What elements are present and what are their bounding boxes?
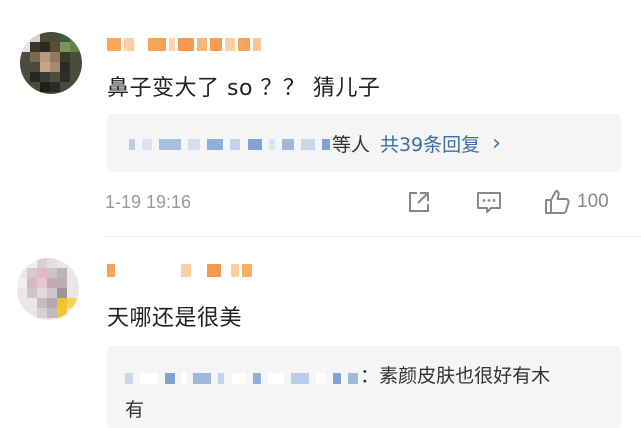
reply-summary[interactable]: 等人 共39条回复 › — [107, 114, 621, 172]
nickname-redacted[interactable] — [107, 38, 264, 51]
share-icon[interactable] — [405, 188, 433, 216]
chevron-right-icon: › — [492, 131, 501, 156]
comment-icon[interactable] — [475, 188, 503, 216]
avatar[interactable] — [20, 32, 82, 94]
view-replies-link[interactable]: 共39条回复 — [380, 130, 480, 157]
replier-names-redacted — [129, 134, 332, 153]
avatar[interactable] — [17, 258, 79, 320]
nickname-redacted[interactable] — [107, 264, 255, 277]
comment-divider — [105, 236, 641, 237]
comment-content: 天哪还是很美 — [107, 306, 243, 331]
comment-content: 鼻子变大了 so ？？ 猜儿子 — [107, 76, 381, 101]
reply-text-line1: ：素颜皮肤也很好有木 — [360, 365, 551, 387]
like-icon[interactable] — [543, 188, 571, 216]
replier-name-redacted — [125, 362, 360, 394]
reply-preview[interactable]: ：素颜皮肤也很好有木 有 — [107, 346, 621, 428]
reply-text-line2: 有 — [125, 398, 145, 421]
reply-suffix: 等人 — [331, 134, 370, 156]
comment-time: 1-19 19:16 — [105, 192, 192, 212]
like-count: 100 — [577, 191, 609, 212]
